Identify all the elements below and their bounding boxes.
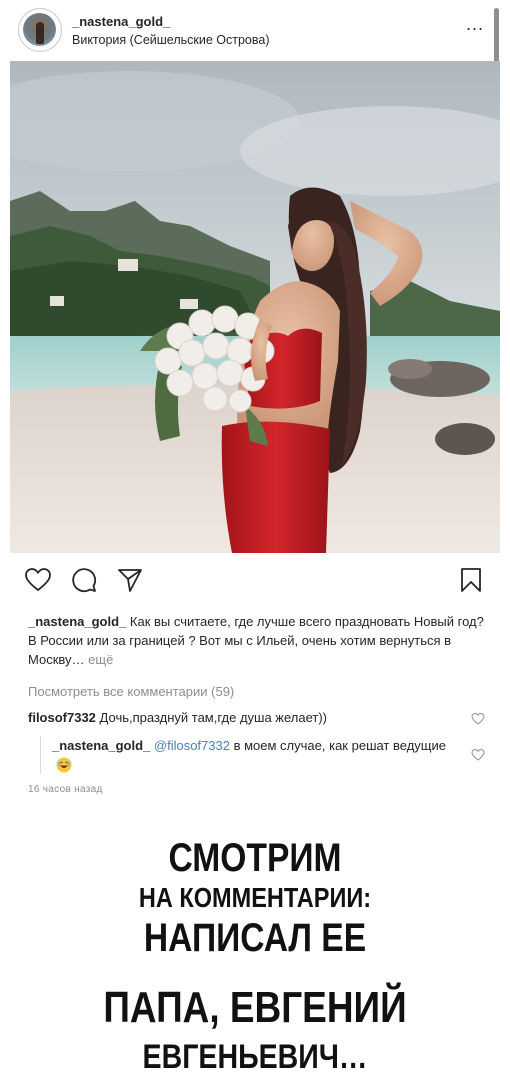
comment-like-heart-icon[interactable]	[471, 712, 485, 726]
reply-item: _nastena_gold_ @filosof7332 в моем случа…	[52, 736, 447, 776]
reply-text: в моем случае, как решат ведущие	[233, 738, 446, 753]
reply-thread-line	[40, 736, 41, 774]
comment-item: filosof7332 Дочь,празднуй там,где душа ж…	[28, 710, 458, 725]
reply-mention-link[interactable]: @filosof7332	[154, 738, 230, 753]
overlay-line-1: СМОТРИМ	[168, 836, 342, 880]
caption-more-link[interactable]: ещё	[88, 652, 113, 667]
save-icon[interactable]	[457, 566, 485, 594]
laughing-emoji-icon	[56, 757, 72, 773]
post-photo-illustration	[10, 61, 500, 553]
avatar[interactable]	[18, 8, 62, 52]
post-caption: _nastena_gold_ Как вы считаете, где лучш…	[28, 612, 488, 669]
more-options-icon[interactable]: ...	[460, 14, 490, 34]
comment-text: Дочь,празднуй там,где душа желает))	[99, 710, 328, 725]
reply-like-heart-icon[interactable]	[471, 748, 485, 762]
post-location[interactable]: Виктория (Сейшельские Острова)	[72, 33, 269, 47]
share-icon[interactable]	[116, 566, 144, 594]
overlay-line-5: ЕВГЕНЬЕВИЧ…	[142, 1038, 368, 1076]
view-all-comments-link[interactable]: Посмотреть все комментарии (59)	[28, 684, 234, 699]
post-username[interactable]: _nastena_gold_	[72, 14, 170, 29]
post-photo[interactable]	[10, 61, 500, 553]
overlay-caption: СМОТРИМ НА КОММЕНТАРИИ: НАПИСАЛ ЕЕ ПАПА,…	[0, 830, 510, 1074]
comment-username[interactable]: filosof7332	[28, 710, 96, 725]
action-bar	[0, 560, 510, 600]
post-timestamp: 16 часов назад	[28, 784, 103, 795]
overlay-line-3: НАПИСАЛ ЕЕ	[143, 916, 367, 960]
heart-icon[interactable]	[24, 566, 52, 594]
avatar-image	[23, 13, 56, 46]
overlay-line-2: НА КОММЕНТАРИИ:	[138, 882, 372, 913]
overlay-line-4: ПАПА, ЕВГЕНИЙ	[103, 983, 407, 1032]
comment-icon[interactable]	[70, 566, 98, 594]
post-header: _nastena_gold_ Виктория (Сейшельские Ост…	[0, 0, 510, 60]
reply-username[interactable]: _nastena_gold_	[52, 738, 150, 753]
caption-username[interactable]: _nastena_gold_	[28, 614, 126, 629]
